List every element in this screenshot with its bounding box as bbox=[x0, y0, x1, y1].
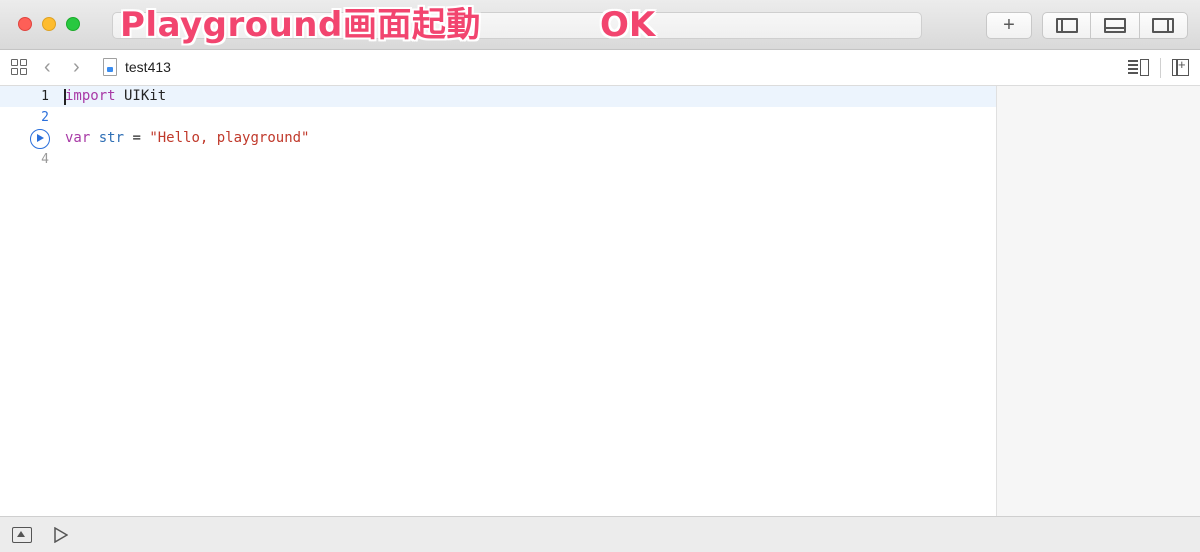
breadcrumb-file-name[interactable]: test413 bbox=[125, 59, 171, 75]
overlay-caption: Playground画面起動 bbox=[120, 5, 481, 45]
zoom-window-button[interactable] bbox=[66, 17, 80, 31]
grid-icon[interactable] bbox=[11, 59, 27, 75]
code-line[interactable]: 1 import UIKit bbox=[0, 86, 996, 107]
code-text: import UIKit bbox=[65, 88, 167, 104]
title-bar: Playground画面起動 OK + bbox=[0, 0, 1200, 50]
close-window-button[interactable] bbox=[18, 17, 32, 31]
minimize-window-button[interactable] bbox=[42, 17, 56, 31]
editor-options-icon[interactable] bbox=[1128, 59, 1150, 77]
xcode-playground-window: Playground画面起動 OK + ‹ › test413 + 1 impo… bbox=[0, 0, 1200, 552]
toggle-inspector-button[interactable] bbox=[1140, 13, 1187, 38]
right-panel-icon bbox=[1152, 18, 1175, 33]
chevron-right-icon[interactable]: › bbox=[73, 56, 80, 78]
overlay-status: OK bbox=[600, 5, 656, 45]
play-circle-icon[interactable] bbox=[30, 129, 50, 149]
add-editor-icon[interactable] bbox=[1172, 57, 1189, 76]
line-number: 2 bbox=[41, 110, 49, 125]
toggle-debug-area-button[interactable] bbox=[1091, 13, 1140, 38]
divider bbox=[1160, 58, 1161, 78]
code-line[interactable]: 2 bbox=[0, 107, 996, 128]
results-sidebar bbox=[996, 86, 1200, 516]
debug-area-icon[interactable] bbox=[12, 527, 32, 543]
chevron-left-icon[interactable]: ‹ bbox=[44, 56, 51, 78]
jump-bar: ‹ › test413 bbox=[0, 50, 1200, 86]
line-number: 1 bbox=[41, 89, 49, 104]
toggle-navigator-button[interactable] bbox=[1043, 13, 1092, 38]
swift-file-icon bbox=[103, 58, 117, 76]
bottom-panel-icon bbox=[1103, 18, 1126, 33]
panel-toggle-group bbox=[1042, 12, 1188, 39]
play-icon[interactable] bbox=[54, 526, 69, 544]
plus-icon: + bbox=[1003, 14, 1015, 36]
code-text: var str = "Hello, playground" bbox=[65, 130, 310, 146]
line-number: 4 bbox=[41, 152, 49, 167]
bottom-bar bbox=[0, 516, 1200, 552]
library-add-button[interactable]: + bbox=[986, 12, 1032, 39]
left-panel-icon bbox=[1055, 18, 1078, 33]
source-editor[interactable]: 1 import UIKit 2 var str = "Hello, playg… bbox=[0, 86, 996, 516]
code-line[interactable]: var str = "Hello, playground" bbox=[0, 128, 996, 149]
code-line[interactable]: 4 bbox=[0, 149, 996, 170]
